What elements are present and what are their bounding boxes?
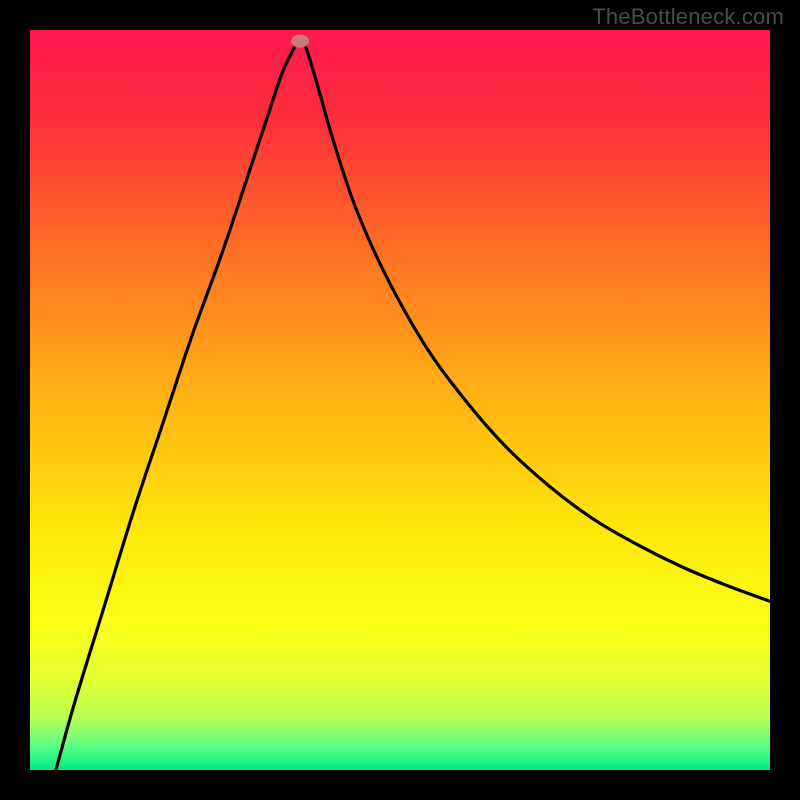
minimum-marker [291, 35, 309, 48]
chart-stage: TheBottleneck.com [0, 0, 800, 800]
watermark-text: TheBottleneck.com [592, 4, 784, 30]
plot-background [30, 30, 770, 770]
chart-svg [0, 0, 800, 800]
